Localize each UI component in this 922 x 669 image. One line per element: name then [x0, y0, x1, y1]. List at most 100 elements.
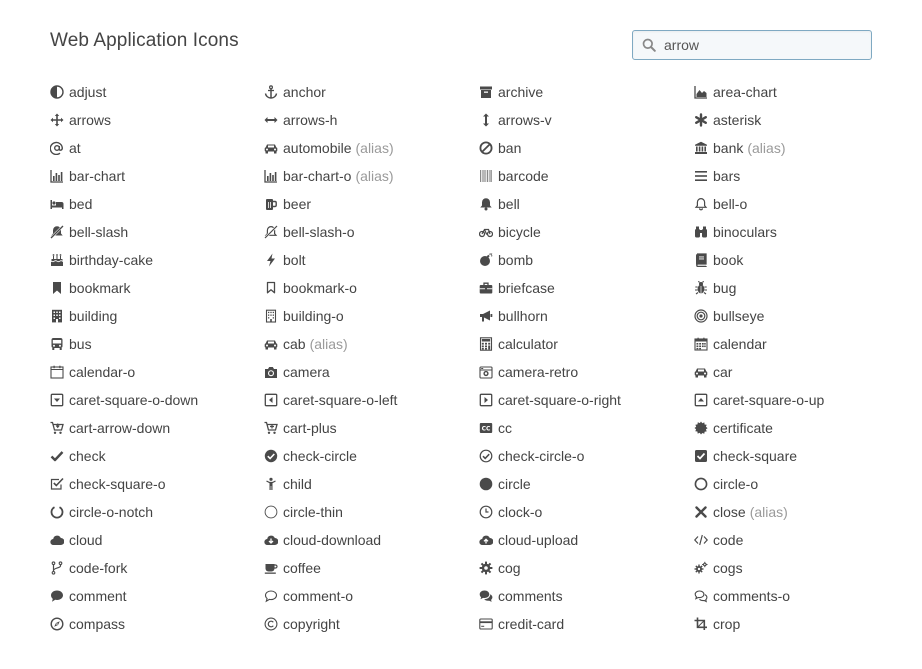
icon-item-child[interactable]: child	[264, 470, 479, 498]
icon-item-arrows[interactable]: arrows	[50, 106, 264, 134]
icon-item-bomb[interactable]: bomb	[479, 246, 694, 274]
icon-item-check[interactable]: check	[50, 442, 264, 470]
icon-item-arrows-h[interactable]: arrows-h	[264, 106, 479, 134]
icon-item-barcode[interactable]: barcode	[479, 162, 694, 190]
icon-item-briefcase[interactable]: briefcase	[479, 274, 694, 302]
icon-item-book[interactable]: book	[694, 246, 910, 274]
icon-item-comments-o[interactable]: comments-o	[694, 582, 910, 610]
icon-item-bed[interactable]: bed	[50, 190, 264, 218]
icon-item-asterisk[interactable]: asterisk	[694, 106, 910, 134]
icon-item-calendar-o[interactable]: calendar-o	[50, 358, 264, 386]
search-box[interactable]	[632, 30, 872, 60]
icon-item-cloud[interactable]: cloud	[50, 526, 264, 554]
icon-item-cloud-download[interactable]: cloud-download	[264, 526, 479, 554]
icon-item-cart-arrow-down[interactable]: cart-arrow-down	[50, 414, 264, 442]
icon-item-code-fork[interactable]: code-fork	[50, 554, 264, 582]
search-input[interactable]	[664, 31, 864, 59]
icon-label: code-fork	[69, 560, 128, 576]
icon-label: camera	[283, 364, 330, 380]
icon-item-cog[interactable]: cog	[479, 554, 694, 582]
icon-item-comment-o[interactable]: comment-o	[264, 582, 479, 610]
icon-label: bank	[713, 140, 744, 156]
clock-o-icon	[479, 505, 493, 519]
icon-item-automobile[interactable]: automobile (alias)	[264, 134, 479, 162]
icon-item-circle-thin[interactable]: circle-thin	[264, 498, 479, 526]
icon-item-beer[interactable]: beer	[264, 190, 479, 218]
icon-item-comment[interactable]: comment	[50, 582, 264, 610]
icon-item-ban[interactable]: ban	[479, 134, 694, 162]
icon-item-coffee[interactable]: coffee	[264, 554, 479, 582]
icon-item-bar-chart-o[interactable]: bar-chart-o (alias)	[264, 162, 479, 190]
icon-label: asterisk	[713, 112, 762, 128]
icon-item-check-square[interactable]: check-square	[694, 442, 910, 470]
icon-item-certificate[interactable]: certificate	[694, 414, 910, 442]
book-icon	[694, 253, 708, 267]
code-fork-icon	[50, 561, 64, 575]
icon-item-bar-chart[interactable]: bar-chart	[50, 162, 264, 190]
icon-item-adjust[interactable]: adjust	[50, 78, 264, 106]
icon-item-bookmark[interactable]: bookmark	[50, 274, 264, 302]
icon-item-copyright[interactable]: copyright	[264, 610, 479, 638]
icon-item-anchor[interactable]: anchor	[264, 78, 479, 106]
icon-item-cart-plus[interactable]: cart-plus	[264, 414, 479, 442]
icon-label: credit-card	[498, 616, 565, 632]
icon-item-check-circle-o[interactable]: check-circle-o	[479, 442, 694, 470]
icon-item-bell-slash-o[interactable]: bell-slash-o	[264, 218, 479, 246]
icon-item-arrows-v[interactable]: arrows-v	[479, 106, 694, 134]
icon-item-code[interactable]: code	[694, 526, 910, 554]
icon-item-circle-o-notch[interactable]: circle-o-notch	[50, 498, 264, 526]
copyright-icon	[264, 617, 278, 631]
icon-item-binoculars[interactable]: binoculars	[694, 218, 910, 246]
icon-item-cogs[interactable]: cogs	[694, 554, 910, 582]
icon-item-compass[interactable]: compass	[50, 610, 264, 638]
icon-item-caret-square-o-down[interactable]: caret-square-o-down	[50, 386, 264, 414]
icon-label: cc	[498, 420, 512, 436]
icon-item-bars[interactable]: bars	[694, 162, 910, 190]
icon-item-camera-retro[interactable]: camera-retro	[479, 358, 694, 386]
icon-item-camera[interactable]: camera	[264, 358, 479, 386]
icon-item-caret-square-o-left[interactable]: caret-square-o-left	[264, 386, 479, 414]
icon-item-caret-square-o-up[interactable]: caret-square-o-up	[694, 386, 910, 414]
icon-item-calculator[interactable]: calculator	[479, 330, 694, 358]
icon-item-circle-o[interactable]: circle-o	[694, 470, 910, 498]
icon-item-bell[interactable]: bell	[479, 190, 694, 218]
icon-item-birthday-cake[interactable]: birthday-cake	[50, 246, 264, 274]
icon-item-at[interactable]: at	[50, 134, 264, 162]
icon-item-archive[interactable]: archive	[479, 78, 694, 106]
icon-item-cloud-upload[interactable]: cloud-upload	[479, 526, 694, 554]
icon-item-close[interactable]: close (alias)	[694, 498, 910, 526]
icon-item-crop[interactable]: crop	[694, 610, 910, 638]
icon-item-cab[interactable]: cab (alias)	[264, 330, 479, 358]
icon-item-cc[interactable]: CC cc	[479, 414, 694, 442]
icon-item-bullseye[interactable]: bullseye	[694, 302, 910, 330]
icon-item-caret-square-o-right[interactable]: caret-square-o-right	[479, 386, 694, 414]
icon-item-area-chart[interactable]: area-chart	[694, 78, 910, 106]
icon-item-bell-o[interactable]: bell-o	[694, 190, 910, 218]
birthday-cake-icon	[50, 253, 64, 267]
icon-item-calendar[interactable]: calendar	[694, 330, 910, 358]
icon-item-bell-slash[interactable]: bell-slash	[50, 218, 264, 246]
icon-label: check-square	[713, 448, 798, 464]
icon-item-bus[interactable]: bus	[50, 330, 264, 358]
caret-square-left-icon	[264, 393, 278, 407]
icon-item-comments[interactable]: comments	[479, 582, 694, 610]
icon-item-bolt[interactable]: bolt	[264, 246, 479, 274]
icon-item-credit-card[interactable]: credit-card	[479, 610, 694, 638]
icon-item-bookmark-o[interactable]: bookmark-o	[264, 274, 479, 302]
icon-item-check-circle[interactable]: check-circle	[264, 442, 479, 470]
icon-item-building[interactable]: building	[50, 302, 264, 330]
icon-label: cloud	[69, 532, 103, 548]
icon-item-clock-o[interactable]: clock-o	[479, 498, 694, 526]
icon-item-check-square-o[interactable]: check-square-o	[50, 470, 264, 498]
icon-item-bullhorn[interactable]: bullhorn	[479, 302, 694, 330]
camera-icon	[264, 365, 278, 379]
icon-item-bank[interactable]: bank (alias)	[694, 134, 910, 162]
icon-item-bicycle[interactable]: bicycle	[479, 218, 694, 246]
icon-label: check-circle-o	[498, 448, 585, 464]
icon-item-bug[interactable]: bug	[694, 274, 910, 302]
check-circle-o-icon	[479, 449, 493, 463]
icon-item-car[interactable]: car	[694, 358, 910, 386]
icon-item-building-o[interactable]: building-o	[264, 302, 479, 330]
icon-label: bell-slash	[69, 224, 129, 240]
icon-item-circle[interactable]: circle	[479, 470, 694, 498]
